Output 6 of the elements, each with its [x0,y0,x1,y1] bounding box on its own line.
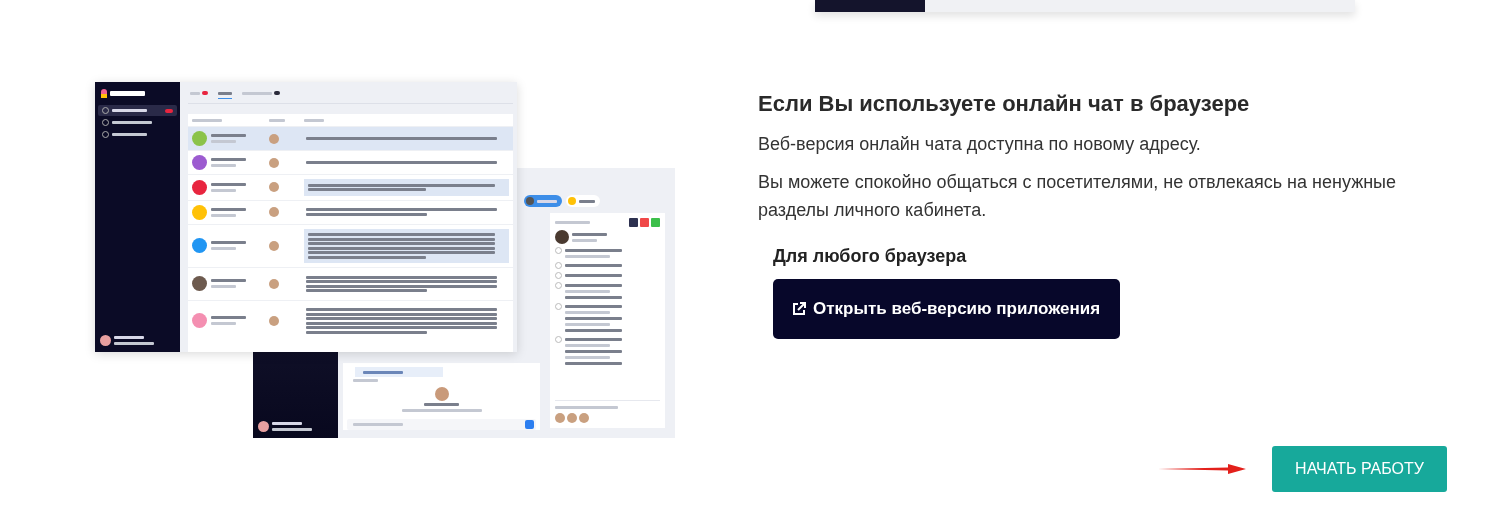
subheading: Для любого браузера [773,246,968,267]
paragraph: Вы можете спокойно общаться с посетителями, не отвлекаясь на ненужные разделы личного кабинета. [758,171,1398,222]
external-link-icon [791,301,807,317]
paragraph: Веб-версия онлайн чата доступна по новому адресу. [758,133,1202,156]
section-heading: Если Вы используете онлайн чат в браузере [758,90,1251,118]
open-web-version-button[interactable]: Открыть веб-версию приложения [773,279,1121,339]
